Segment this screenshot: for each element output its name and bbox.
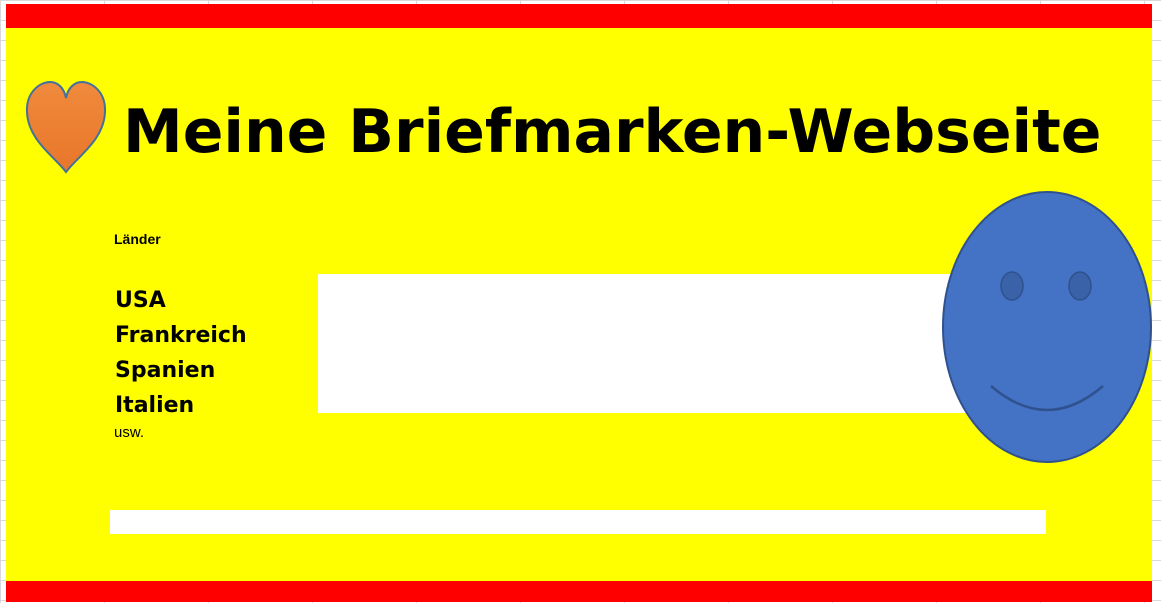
countries-label: Länder <box>114 231 161 247</box>
country-item-spanien[interactable]: Spanien <box>115 353 247 388</box>
page-canvas: Meine Briefmarken-Webseite Länder USA Fr… <box>6 4 1152 602</box>
page-title: Meine Briefmarken-Webseite <box>123 97 1102 167</box>
smiley-face-icon <box>942 191 1152 463</box>
country-item-frankreich[interactable]: Frankreich <box>115 318 247 353</box>
smiley-left-eye <box>1000 271 1024 301</box>
country-item-italien[interactable]: Italien <box>115 388 247 423</box>
country-list: USA Frankreich Spanien Italien <box>115 283 247 423</box>
more-countries-text: usw. <box>114 424 145 441</box>
content-box <box>318 274 968 413</box>
footer-bar <box>110 510 1046 534</box>
top-red-band <box>6 4 1152 28</box>
heart-icon <box>25 80 107 174</box>
country-item-usa[interactable]: USA <box>115 283 247 318</box>
smiley-right-eye <box>1068 271 1092 301</box>
bottom-red-band <box>6 581 1152 602</box>
